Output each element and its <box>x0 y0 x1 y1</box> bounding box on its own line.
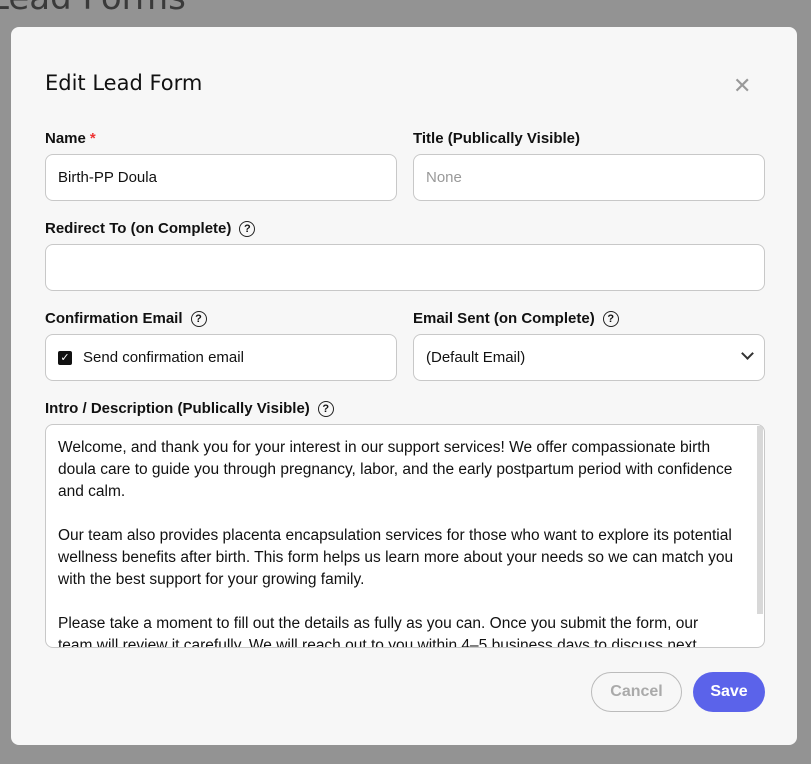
redirect-label: Redirect To (on Complete)? <box>45 220 256 237</box>
checkbox-label: Send confirmation email <box>83 349 244 366</box>
email-sent-label-text: Email Sent (on Complete) <box>413 310 595 327</box>
help-icon[interactable]: ? <box>602 310 619 327</box>
redirect-input[interactable] <box>45 244 765 291</box>
email-sent-value: (Default Email) <box>426 349 526 366</box>
confirmation-label-text: Confirmation Email <box>45 310 183 327</box>
required-mark: * <box>89 130 96 147</box>
title-label: Title (Publically Visible) <box>413 130 580 147</box>
cancel-button[interactable]: Cancel <box>591 672 682 712</box>
help-icon[interactable]: ? <box>239 220 256 237</box>
name-value: Birth-PP Doula <box>58 169 157 186</box>
name-label-text: Name <box>45 130 86 147</box>
chevron-down-icon <box>741 347 754 360</box>
intro-paragraph: Please take a moment to fill out the det… <box>58 615 699 648</box>
intro-label-text: Intro / Description (Publically Visible) <box>45 400 310 417</box>
checkbox-checked-icon[interactable]: ✓ <box>58 350 72 365</box>
intro-textarea[interactable]: Welcome, and thank you for your interest… <box>45 424 765 648</box>
confirmation-checkbox-field[interactable]: ✓ Send confirmation email <box>45 334 397 381</box>
confirmation-label: Confirmation Email? <box>45 310 207 327</box>
help-icon[interactable]: ? <box>317 400 334 417</box>
intro-label: Intro / Description (Publically Visible)… <box>45 400 334 417</box>
modal-title: Edit Lead Form <box>45 71 203 95</box>
edit-lead-form-modal: Edit Lead Form ✕ Name * Birth-PP Doula Ti… <box>11 27 797 745</box>
save-button[interactable]: Save <box>693 672 765 712</box>
name-label: Name * <box>45 130 96 147</box>
close-icon[interactable]: ✕ <box>733 73 751 99</box>
email-sent-label: Email Sent (on Complete)? <box>413 310 619 327</box>
intro-paragraph: Our team also provides placenta encapsul… <box>58 527 734 588</box>
email-sent-select[interactable]: (Default Email) <box>413 334 765 381</box>
background-page-title: Lead Forms <box>0 0 186 18</box>
help-icon[interactable]: ? <box>190 310 207 327</box>
title-input[interactable]: None <box>413 154 765 201</box>
redirect-label-text: Redirect To (on Complete) <box>45 220 232 237</box>
title-placeholder: None <box>426 169 462 186</box>
scrollbar[interactable] <box>757 426 763 614</box>
intro-paragraph: Welcome, and thank you for your interest… <box>58 439 733 500</box>
name-input[interactable]: Birth-PP Doula <box>45 154 397 201</box>
